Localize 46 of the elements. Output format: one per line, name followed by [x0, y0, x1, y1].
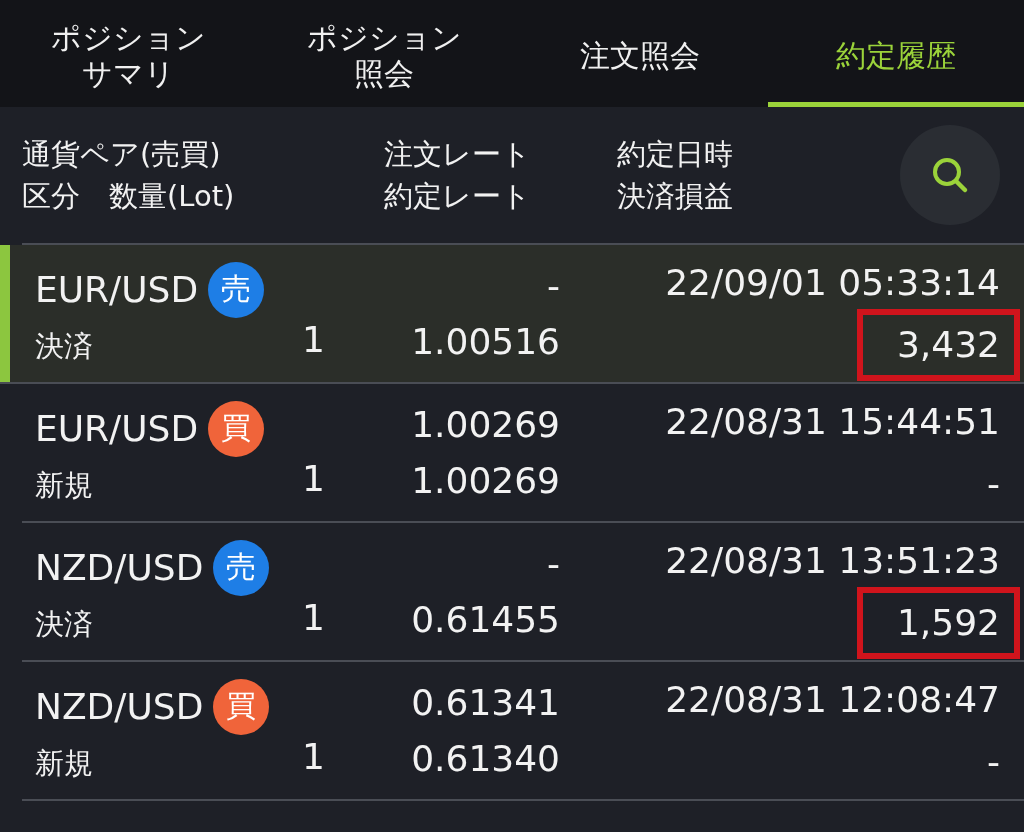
tab[interactable]: 約定履歴	[768, 0, 1024, 107]
trade-type: 新規	[35, 744, 94, 782]
execution-datetime: 22/08/31 12:08:47	[665, 677, 1000, 722]
tab[interactable]: ポジション サマリ	[0, 0, 256, 107]
profit-loss: -	[987, 739, 1000, 784]
currency-pair: EUR/USD	[35, 269, 199, 310]
order-rate: -	[547, 263, 560, 308]
trade-type: 決済	[35, 605, 94, 643]
lot-quantity: 1	[302, 735, 325, 779]
execution-datetime: 22/09/01 05:33:14	[665, 260, 1000, 305]
currency-pair: NZD/USD	[35, 547, 204, 588]
execution-datetime: 22/08/31 15:44:51	[665, 399, 1000, 444]
side-badge: 買	[213, 678, 270, 735]
order-rate: -	[547, 541, 560, 586]
order-rate: 0.61341	[411, 680, 560, 725]
tab[interactable]: 注文照会	[512, 0, 768, 107]
side-badge: 買	[208, 400, 265, 457]
trade-row[interactable]: EUR/USD 買 新規 1 1.00269 1.00269 22/08/31 15:44:51 -	[22, 384, 1024, 523]
column-header: 通貨ペア(売買)	[22, 136, 222, 173]
execution-rate: 0.61340	[411, 736, 560, 781]
execution-datetime: 22/08/31 13:51:23	[665, 538, 1000, 583]
execution-rate: 0.61455	[411, 597, 560, 642]
lot-quantity: 1	[302, 318, 325, 362]
trade-type: 新規	[35, 466, 94, 504]
side-badge: 売	[208, 261, 265, 318]
column-header: 約定レート	[384, 178, 532, 215]
currency-pair: NZD/USD	[35, 686, 204, 727]
side-badge: 売	[213, 539, 270, 596]
column-header: 約定日時	[617, 136, 734, 173]
trade-type: 決済	[35, 327, 94, 365]
column-header: 注文レート	[384, 136, 532, 173]
trade-row[interactable]: NZD/USD 売 決済 1 - 0.61455 22/08/31 13:51:23 1,592	[22, 523, 1024, 662]
column-header: 区分 数量(Lot)	[22, 178, 236, 215]
trade-row[interactable]: EUR/USD 売 決済 1 - 1.00516 22/09/01 05:33:14 3,432	[0, 245, 1024, 384]
profit-loss: 3,432	[856, 308, 1020, 381]
execution-rate: 1.00269	[411, 458, 560, 503]
lot-quantity: 1	[302, 457, 325, 501]
lot-quantity: 1	[302, 596, 325, 640]
execution-rate: 1.00516	[411, 319, 560, 364]
currency-pair: EUR/USD	[35, 408, 199, 449]
order-rate: 1.00269	[411, 402, 560, 447]
column-header: 決済損益	[617, 178, 734, 215]
tab[interactable]: ポジション 照会	[256, 0, 512, 107]
profit-loss: 1,592	[856, 586, 1020, 659]
profit-loss: -	[987, 461, 1000, 506]
trade-row[interactable]: NZD/USD 買 新規 1 0.61341 0.61340 22/08/31 12:08:47 -	[22, 662, 1024, 801]
